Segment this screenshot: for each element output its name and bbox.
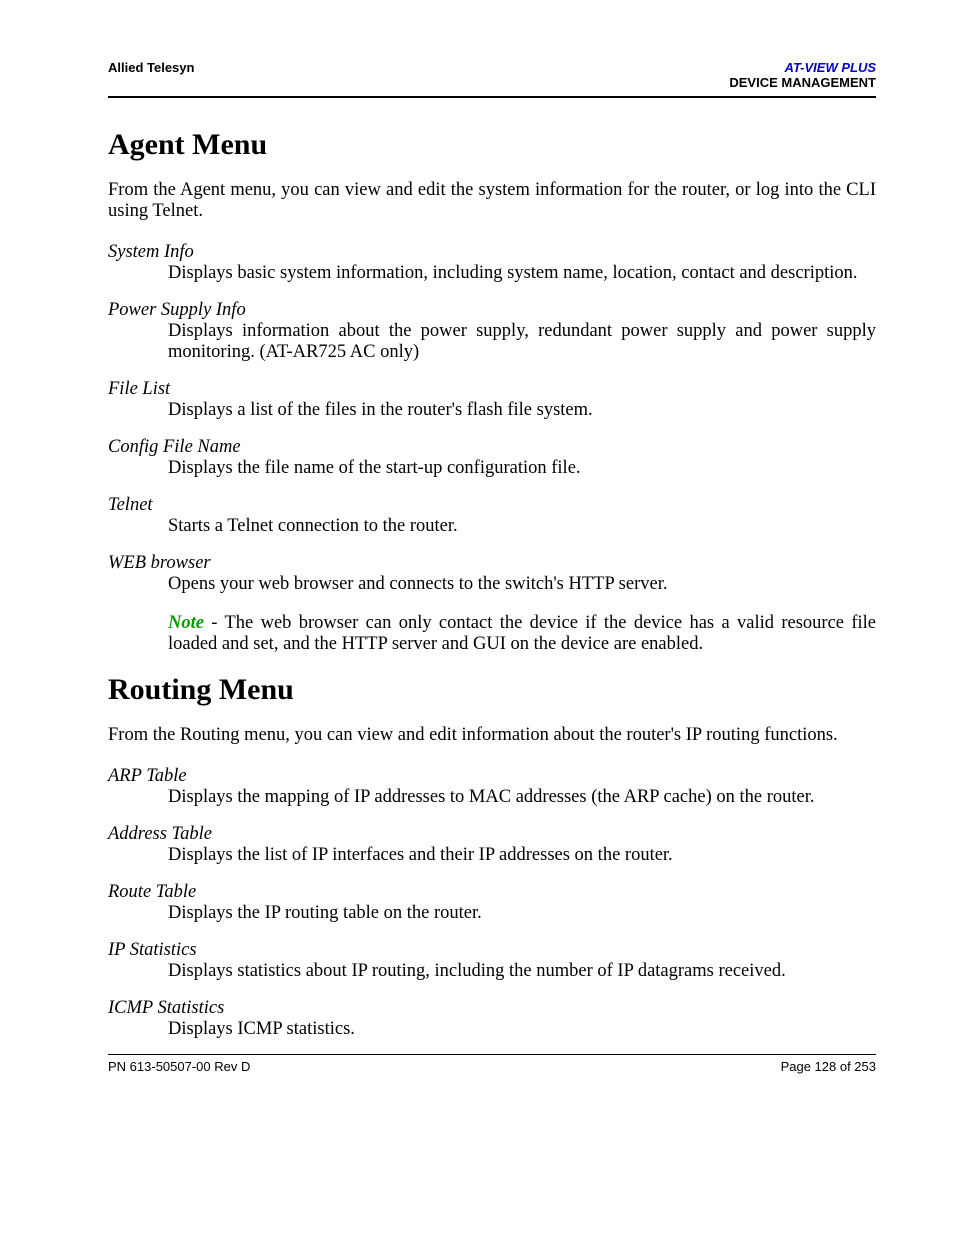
item-desc: Displays statistics about IP routing, in…: [168, 961, 876, 982]
item-title: File List: [108, 379, 876, 400]
item-desc: Displays the mapping of IP addresses to …: [168, 787, 876, 808]
item-title: Route Table: [108, 882, 876, 903]
item-title: ICMP Statistics: [108, 998, 876, 1019]
definition-item: WEB browser Opens your web browser and c…: [108, 553, 876, 595]
definition-item: Config File Name Displays the file name …: [108, 437, 876, 479]
header-product: AT-VIEW PLUS: [729, 60, 876, 75]
note-block: Note - The web browser can only contact …: [168, 613, 876, 655]
item-title: Power Supply Info: [108, 300, 876, 321]
item-title: Address Table: [108, 824, 876, 845]
item-title: Config File Name: [108, 437, 876, 458]
section-intro: From the Agent menu, you can view and ed…: [108, 180, 876, 222]
item-desc: Displays a list of the files in the rout…: [168, 400, 876, 421]
section-intro: From the Routing menu, you can view and …: [108, 725, 876, 746]
definition-item: Route Table Displays the IP routing tabl…: [108, 882, 876, 924]
page-header: Allied Telesyn AT-VIEW PLUS DEVICE MANAG…: [108, 60, 876, 98]
footer-left: PN 613-50507-00 Rev D: [108, 1059, 250, 1074]
section-heading: Agent Menu: [108, 128, 876, 162]
item-title: ARP Table: [108, 766, 876, 787]
note-text: - The web browser can only contact the d…: [168, 613, 876, 654]
header-section: DEVICE MANAGEMENT: [729, 75, 876, 90]
definition-item: Power Supply Info Displays information a…: [108, 300, 876, 363]
item-desc: Displays ICMP statistics.: [168, 1019, 876, 1040]
definition-item: File List Displays a list of the files i…: [108, 379, 876, 421]
item-title: System Info: [108, 242, 876, 263]
page-footer: PN 613-50507-00 Rev D Page 128 of 253: [108, 1054, 876, 1074]
item-desc: Displays information about the power sup…: [168, 321, 876, 363]
item-desc: Starts a Telnet connection to the router…: [168, 516, 876, 537]
item-desc: Opens your web browser and connects to t…: [168, 574, 876, 595]
item-desc: Displays the file name of the start-up c…: [168, 458, 876, 479]
header-right: AT-VIEW PLUS DEVICE MANAGEMENT: [729, 60, 876, 90]
item-desc: Displays the IP routing table on the rou…: [168, 903, 876, 924]
item-title: IP Statistics: [108, 940, 876, 961]
definition-item: ICMP Statistics Displays ICMP statistics…: [108, 998, 876, 1040]
definition-item: ARP Table Displays the mapping of IP add…: [108, 766, 876, 808]
document-page: Allied Telesyn AT-VIEW PLUS DEVICE MANAG…: [0, 0, 954, 1114]
item-desc: Displays basic system information, inclu…: [168, 263, 876, 284]
item-title: WEB browser: [108, 553, 876, 574]
definition-item: Address Table Displays the list of IP in…: [108, 824, 876, 866]
definition-item: Telnet Starts a Telnet connection to the…: [108, 495, 876, 537]
header-left: Allied Telesyn: [108, 60, 194, 75]
definition-item: IP Statistics Displays statistics about …: [108, 940, 876, 982]
footer-right: Page 128 of 253: [781, 1059, 876, 1074]
section-heading: Routing Menu: [108, 673, 876, 707]
definition-item: System Info Displays basic system inform…: [108, 242, 876, 284]
item-title: Telnet: [108, 495, 876, 516]
item-desc: Displays the list of IP interfaces and t…: [168, 845, 876, 866]
note-label: Note: [168, 613, 204, 633]
